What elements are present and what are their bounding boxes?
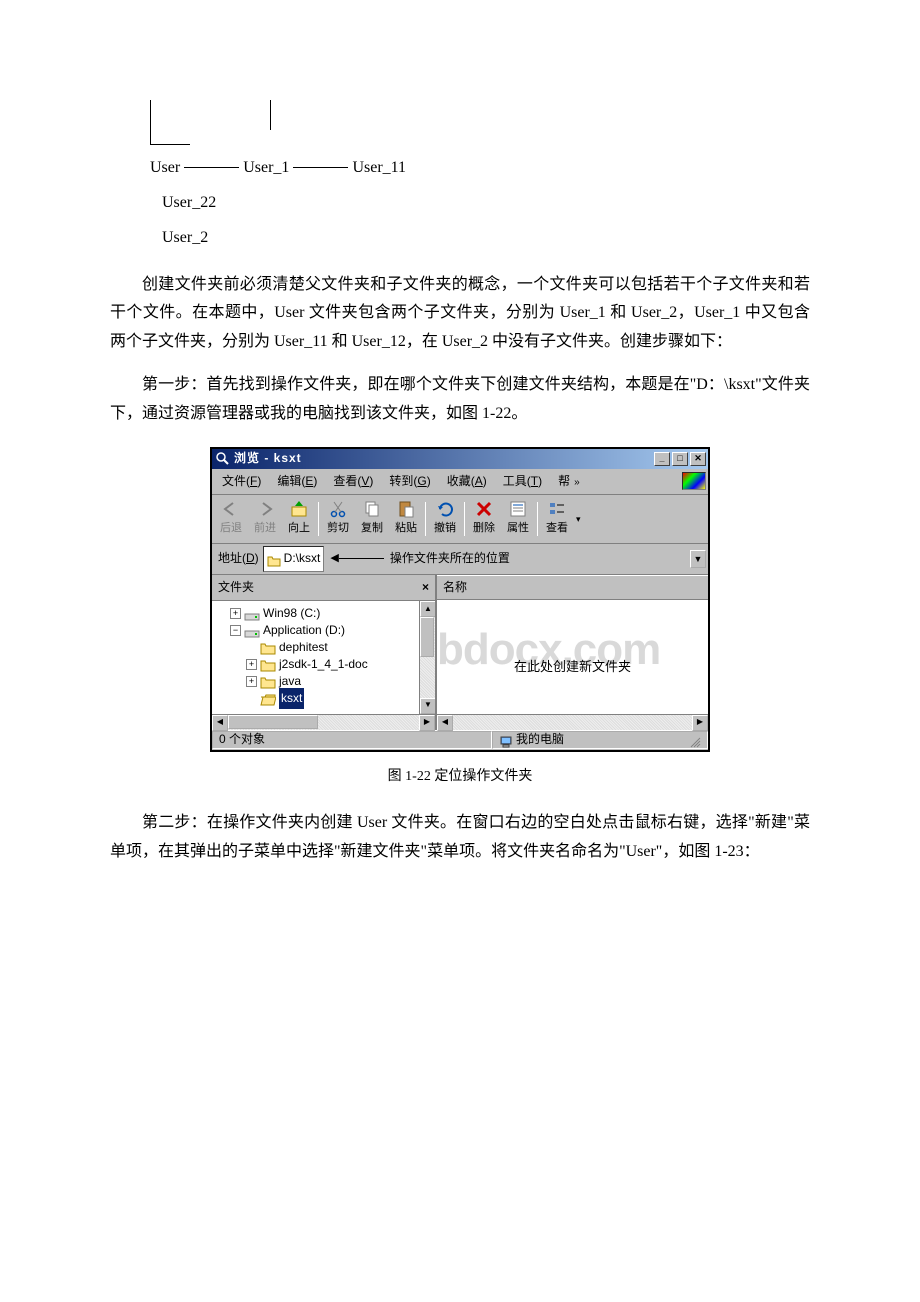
paste-button[interactable]: 粘贴 xyxy=(389,497,423,541)
folders-panel: 文件夹 × + Win98 (C:) − Application (D: xyxy=(212,575,437,730)
scroll-up-icon: ▲ xyxy=(420,601,435,617)
minimize-button[interactable]: _ xyxy=(654,452,670,466)
undo-icon xyxy=(435,499,455,519)
body-area: 文件夹 × + Win98 (C:) − Application (D: xyxy=(212,575,708,730)
tree-hscroll[interactable]: ◀ ▶ xyxy=(212,714,435,730)
expand-icon[interactable]: + xyxy=(246,659,257,670)
tree-vscroll[interactable]: ▲ ▼ xyxy=(419,601,435,713)
address-label: 地址(D) xyxy=(214,548,263,570)
scroll-right-icon: ▶ xyxy=(419,715,435,731)
undo-button[interactable]: 撤销 xyxy=(428,497,462,541)
menu-fav[interactable]: 收藏(A) xyxy=(439,470,495,494)
folder-up-icon xyxy=(289,499,309,519)
hier-user: User xyxy=(150,150,180,185)
expand-icon[interactable]: + xyxy=(230,608,241,619)
statusbar: 0 个对象 我的电脑 xyxy=(212,730,708,750)
address-text: D:\ksxt xyxy=(284,548,321,570)
arrow-left-icon xyxy=(221,499,241,519)
computer-icon xyxy=(499,734,513,746)
tree-selected: ksxt xyxy=(279,688,304,710)
toolbar: 后退 前进 向上 剪切 复制 粘贴 撤销 删除 xyxy=(212,495,708,544)
status-objects: 0 个对象 xyxy=(212,731,492,749)
hier-user22: User_22 xyxy=(150,185,810,220)
collapse-icon[interactable]: − xyxy=(230,625,241,636)
folder-icon xyxy=(267,553,281,565)
copy-button[interactable]: 复制 xyxy=(355,497,389,541)
copy-icon xyxy=(362,499,382,519)
hier-user2: User_2 xyxy=(150,220,810,255)
maximize-button[interactable]: □ xyxy=(672,452,688,466)
scroll-left-icon: ◀ xyxy=(437,715,453,731)
paragraph-1: 创建文件夹前必须清楚父文件夹和子文件夹的概念，一个文件夹可以包括若干个子文件夹和… xyxy=(110,271,810,357)
cut-button[interactable]: 剪切 xyxy=(321,497,355,541)
scissors-icon xyxy=(328,499,348,519)
paragraph-3: 第二步：在操作文件夹内创建 User 文件夹。在窗口右边的空白处点击鼠标右键，选… xyxy=(110,809,810,867)
tree-row-j2sdk: + j2sdk-1_4_1-doc xyxy=(214,656,417,673)
tree-row-ksxt: ksxt xyxy=(214,690,417,707)
folder-hierarchy: User User_1 User_11 User_22 User_2 xyxy=(150,100,810,256)
folder-open-icon xyxy=(260,692,276,705)
delete-button[interactable]: 删除 xyxy=(467,497,501,541)
menubar: 文件(F) 编辑(E) 查看(V) 转到(G) 收藏(A) 工具(T) 帮» xyxy=(212,469,708,496)
folder-tree[interactable]: + Win98 (C:) − Application (D:) dephites… xyxy=(212,601,419,713)
views-icon xyxy=(547,499,567,519)
file-list-panel: 名称 bdocx.com 在此处创建新文件夹 ◀ ▶ xyxy=(437,575,708,730)
close-button[interactable]: ✕ xyxy=(690,452,706,466)
column-header-name[interactable]: 名称 xyxy=(437,575,708,601)
properties-icon xyxy=(508,499,528,519)
menu-view[interactable]: 查看(V) xyxy=(325,470,381,494)
status-location: 我的电脑 xyxy=(492,731,708,749)
forward-button[interactable]: 前进 xyxy=(248,497,282,541)
expand-icon[interactable]: + xyxy=(246,676,257,687)
resize-grip-icon[interactable] xyxy=(687,731,701,749)
paste-icon xyxy=(396,499,416,519)
address-field[interactable]: D:\ksxt xyxy=(263,546,325,572)
figure-caption-1: 图 1-22 定位操作文件夹 xyxy=(110,764,810,789)
back-button[interactable]: 后退 xyxy=(214,497,248,541)
addressbar: 地址(D) D:\ksxt ◀ 操作文件夹所在的位置 ▼ xyxy=(212,544,708,575)
hier-user11: User_11 xyxy=(352,150,406,185)
titlebar: 浏览 - ksxt _ □ ✕ xyxy=(212,449,708,469)
address-annotation: ◀ 操作文件夹所在的位置 xyxy=(330,548,509,570)
hier-user1: User_1 xyxy=(243,150,289,185)
scroll-down-icon: ▼ xyxy=(420,698,435,714)
panel-close-icon[interactable]: × xyxy=(422,577,429,599)
folder-icon xyxy=(260,675,276,688)
scroll-left-icon: ◀ xyxy=(212,715,228,731)
create-here-label: 在此处创建新文件夹 xyxy=(437,655,708,678)
delete-icon xyxy=(474,499,494,519)
folder-icon xyxy=(260,658,276,671)
explorer-window: 浏览 - ksxt _ □ ✕ 文件(F) 编辑(E) 查看(V) 转到(G) … xyxy=(210,447,710,752)
properties-button[interactable]: 属性 xyxy=(501,497,535,541)
windows-logo-icon xyxy=(682,472,706,490)
up-button[interactable]: 向上 xyxy=(282,497,316,541)
tree-row-java: + java xyxy=(214,673,417,690)
scroll-right-icon: ▶ xyxy=(692,715,708,731)
menu-tools[interactable]: 工具(T) xyxy=(495,470,550,494)
menu-goto[interactable]: 转到(G) xyxy=(381,470,438,494)
drive-icon xyxy=(244,608,260,620)
views-button[interactable]: 查看 xyxy=(540,497,574,541)
file-list-area[interactable]: bdocx.com 在此处创建新文件夹 xyxy=(437,600,708,713)
toolbar-more-icon[interactable]: ▾ xyxy=(574,511,581,527)
address-dropdown-button[interactable]: ▼ xyxy=(690,550,706,568)
window-title: 浏览 - ksxt xyxy=(234,448,652,470)
paragraph-2: 第一步：首先找到操作文件夹，即在哪个文件夹下创建文件夹结构，本题是在"D：\ks… xyxy=(110,371,810,429)
folders-panel-header: 文件夹 × xyxy=(212,575,435,602)
list-hscroll[interactable]: ◀ ▶ xyxy=(437,714,708,730)
menu-file[interactable]: 文件(F) xyxy=(214,470,269,494)
drive-icon xyxy=(244,625,260,637)
app-icon xyxy=(216,452,230,466)
folder-icon xyxy=(260,641,276,654)
menu-edit[interactable]: 编辑(E) xyxy=(269,470,325,494)
menu-help[interactable]: 帮» xyxy=(550,470,592,494)
arrow-right-icon xyxy=(255,499,275,519)
